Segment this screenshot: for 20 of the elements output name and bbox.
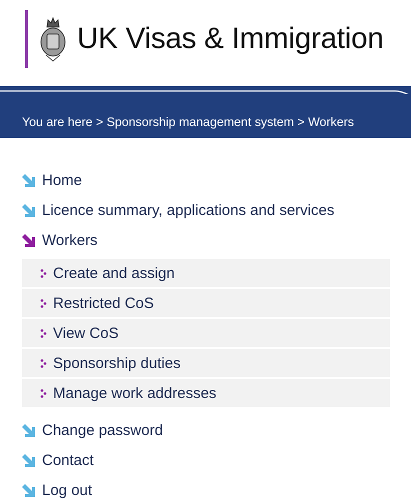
- subnav-link[interactable]: Restricted CoS: [22, 289, 390, 317]
- chevron-icon: [40, 328, 48, 338]
- nav-link[interactable]: Workers: [22, 225, 390, 255]
- chevron-icon: [40, 388, 48, 398]
- crest-icon: [38, 15, 68, 63]
- subnav-link[interactable]: Sponsorship duties: [22, 349, 390, 377]
- nav-link[interactable]: Licence summary, applications and services: [22, 195, 390, 225]
- subnav-link[interactable]: Create and assign: [22, 259, 390, 287]
- nav-link[interactable]: Change password: [22, 415, 390, 445]
- chevron-icon: [40, 358, 48, 368]
- subnav-link[interactable]: Manage work addresses: [22, 379, 390, 407]
- breadcrumb-text: You are here > Sponsorship management system > Workers: [22, 115, 354, 129]
- chevron-icon: [40, 298, 48, 308]
- nav-link[interactable]: Home: [22, 165, 390, 195]
- site-title: UK Visas & Immigration: [77, 22, 384, 56]
- divider-rule: [25, 10, 28, 68]
- subnav-link[interactable]: View CoS: [22, 319, 390, 347]
- chevron-icon: [40, 268, 48, 278]
- nav-link[interactable]: Log out: [22, 475, 390, 502]
- nav-link[interactable]: Contact: [22, 445, 390, 475]
